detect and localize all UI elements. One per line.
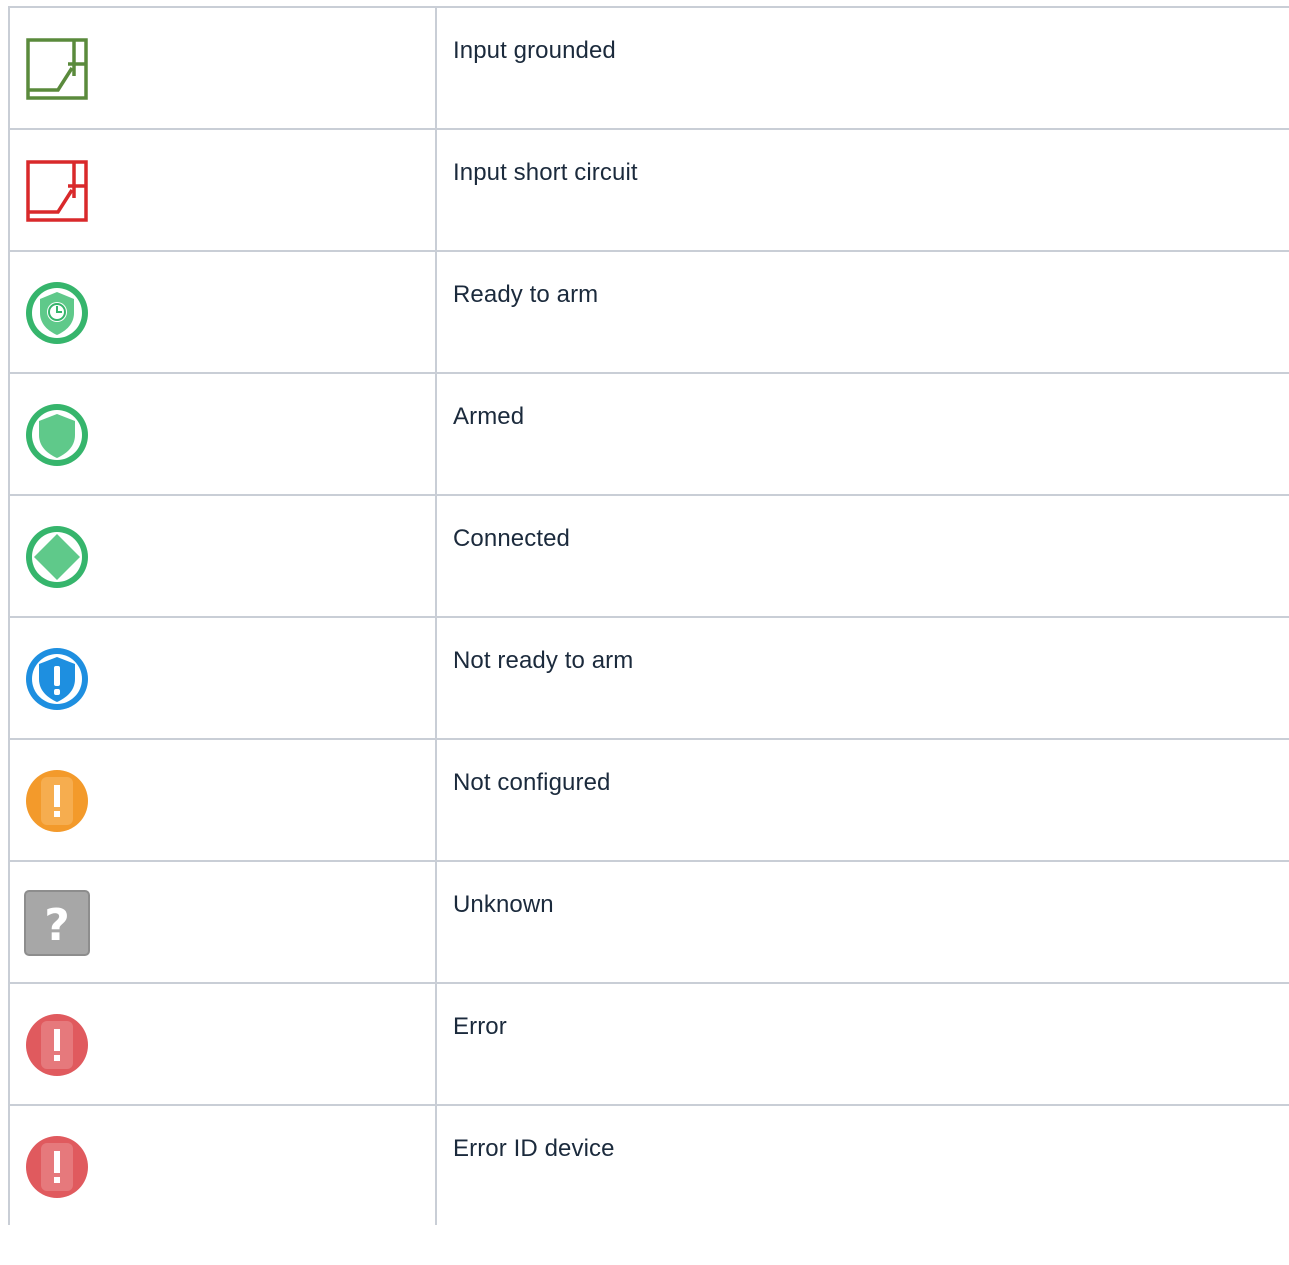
table-row: Error xyxy=(8,982,1289,1106)
table-row: Not configured xyxy=(8,738,1289,862)
status-label: Connected xyxy=(453,525,570,552)
status-label: Armed xyxy=(453,403,525,430)
connected-icon xyxy=(24,524,90,590)
table-row: Connected xyxy=(8,494,1289,618)
status-label: Error xyxy=(453,1013,507,1040)
armed-icon xyxy=(24,402,90,468)
input-grounded-icon xyxy=(24,36,90,102)
status-label: Input short circuit xyxy=(453,159,638,186)
not-ready-to-arm-icon xyxy=(24,646,90,712)
status-legend-table: Input grounded Input short circuit Ready… xyxy=(8,6,1289,1225)
table-row: Input short circuit xyxy=(8,128,1289,252)
unknown-icon: ? xyxy=(24,890,90,956)
input-short-circuit-icon xyxy=(24,158,90,224)
table-row: Ready to arm xyxy=(8,250,1289,374)
status-label: Not ready to arm xyxy=(453,647,634,674)
table-row: Error ID device xyxy=(8,1104,1289,1225)
table-row: Armed xyxy=(8,372,1289,496)
status-label: Not configured xyxy=(453,769,611,796)
error-icon xyxy=(24,1012,90,1078)
status-label: Error ID device xyxy=(453,1135,615,1162)
not-configured-icon xyxy=(24,768,90,834)
table-row: ? Unknown xyxy=(8,860,1289,984)
error-id-device-icon xyxy=(24,1134,90,1200)
svg-text:?: ? xyxy=(44,900,70,951)
status-label: Input grounded xyxy=(453,37,616,64)
ready-to-arm-icon xyxy=(24,280,90,346)
status-label: Unknown xyxy=(453,891,554,918)
status-label: Ready to arm xyxy=(453,281,599,308)
table-row: Not ready to arm xyxy=(8,616,1289,740)
table-row: Input grounded xyxy=(8,6,1289,130)
